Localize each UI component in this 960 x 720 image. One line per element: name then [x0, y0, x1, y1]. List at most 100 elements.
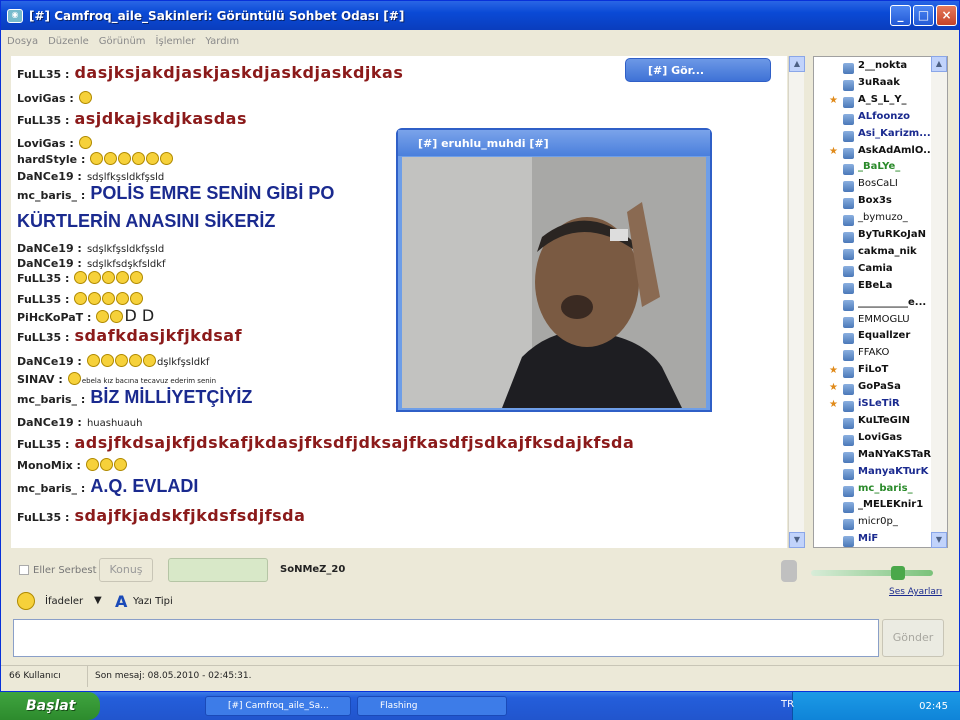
- user-list-item[interactable]: _MELEKnir1: [814, 499, 932, 516]
- smiley-icon[interactable]: [17, 592, 35, 610]
- user-list-item[interactable]: Equallzer: [814, 330, 932, 347]
- user-list-item[interactable]: _bymuzo_: [814, 212, 932, 229]
- smiley-icon: [132, 152, 146, 165]
- user-list-item[interactable]: LoviGas: [814, 432, 932, 449]
- chat-nick[interactable]: mc_baris_ :: [17, 482, 85, 495]
- userlist-scroll-down[interactable]: ▼: [931, 532, 947, 548]
- user-list-item[interactable]: ByTuRKoJaN: [814, 229, 932, 246]
- chat-nick[interactable]: mc_baris_ :: [17, 393, 85, 406]
- user-list-item[interactable]: FFAKO: [814, 347, 932, 364]
- message-input[interactable]: [13, 619, 879, 657]
- taskbar-item-camfroq[interactable]: [#] Camfroq_aile_Sa...: [205, 696, 351, 716]
- chat-message: FuLL35 : sdafkdasjkfjkdsaf: [17, 326, 242, 345]
- scroll-down-button[interactable]: ▼: [789, 532, 805, 548]
- chevron-down-icon[interactable]: ▼: [94, 595, 102, 606]
- send-button[interactable]: Gönder: [882, 619, 944, 657]
- user-name: 2__nokta: [858, 60, 908, 71]
- smiley-icon: [86, 458, 100, 471]
- user-list-item[interactable]: Asi_Karizm...: [814, 128, 932, 145]
- chat-nick[interactable]: DaNCe19 :: [17, 416, 82, 429]
- speaker-icon[interactable]: [781, 560, 797, 582]
- user-name: LoviGas: [858, 431, 903, 443]
- smiley-icon: [74, 292, 88, 305]
- user-list-item[interactable]: ManyaKTurK: [814, 466, 932, 483]
- chat-scrollbar[interactable]: ▲ ▼: [788, 56, 805, 548]
- close-button[interactable]: ×: [936, 5, 957, 26]
- smiley-icon: [114, 458, 128, 471]
- user-list-item[interactable]: MiF: [814, 533, 932, 550]
- scroll-up-button[interactable]: ▲: [789, 56, 805, 72]
- video-window[interactable]: [#] eruhlu_muhdi [#]: [396, 128, 712, 412]
- font-button[interactable]: Yazı Tipi: [133, 596, 173, 607]
- chat-nick[interactable]: FuLL35 :: [17, 68, 69, 81]
- user-name: Asi_Karizm...: [858, 127, 931, 139]
- mini-video-window[interactable]: [#] Gör...: [625, 58, 771, 82]
- font-icon[interactable]: A: [115, 592, 127, 611]
- menu-islemler[interactable]: İşlemler: [156, 36, 196, 47]
- chat-text: adsjfkdsajkfjdskafjkdasjfksdfjdksajfkasd…: [74, 433, 635, 452]
- menu-yardim[interactable]: Yardım: [205, 36, 239, 47]
- user-list-item[interactable]: KuLTeGIN: [814, 415, 932, 432]
- minimize-button[interactable]: _: [890, 5, 911, 26]
- user-list-item[interactable]: ★ A_S_L_Y_: [814, 94, 932, 111]
- start-button[interactable]: Başlat: [0, 692, 100, 720]
- user-list-item[interactable]: micr0p_: [814, 516, 932, 533]
- chat-nick[interactable]: LoviGas :: [17, 92, 74, 105]
- chat-nick[interactable]: FuLL35 :: [17, 511, 69, 524]
- volume-slider-thumb[interactable]: [891, 566, 905, 580]
- user-list-item[interactable]: ALfoonzo: [814, 111, 932, 128]
- user-icon: [843, 519, 854, 531]
- user-list[interactable]: 2__nokta 3uRaak ★ A_S_L_Y_ ALfoonzo Asi_Kariz…: [813, 56, 948, 548]
- chat-nick[interactable]: FuLL35 :: [17, 331, 69, 344]
- chat-message: FuLL35 : dasjksjakdjaskjaskdjaskdjaskdjk…: [17, 63, 403, 82]
- user-list-item[interactable]: __________e...: [814, 297, 932, 314]
- chat-nick[interactable]: FuLL35 :: [17, 272, 69, 285]
- emoticons-button[interactable]: İfadeler: [45, 596, 83, 607]
- volume-slider[interactable]: [811, 570, 933, 576]
- user-list-item[interactable]: Box3s: [814, 195, 932, 212]
- user-name: _bymuzo_: [858, 212, 908, 224]
- user-list-item[interactable]: BosCaLI: [814, 178, 932, 195]
- user-list-item[interactable]: EBeLa: [814, 280, 932, 297]
- user-list-item[interactable]: Camia: [814, 263, 932, 280]
- user-list-item[interactable]: ★ FiLoT: [814, 364, 932, 381]
- user-list-item[interactable]: 2__nokta: [814, 60, 932, 77]
- taskbar-item-flashing[interactable]: Flashing: [357, 696, 507, 716]
- chat-nick[interactable]: FuLL35 :: [17, 438, 69, 451]
- userlist-scroll-up[interactable]: ▲: [931, 56, 947, 72]
- user-list-item[interactable]: cakma_nik: [814, 246, 932, 263]
- user-list-item[interactable]: mc_baris_: [814, 483, 932, 500]
- user-list-item[interactable]: MaNYaKSTaR: [814, 449, 932, 466]
- title-bar[interactable]: ◉ [#] Camfroq_aile_Sakinleri: Görüntülü …: [1, 1, 959, 30]
- user-list-item[interactable]: ★ GoPaSa: [814, 381, 932, 398]
- chat-message: mc_baris_ : POLİS EMRE SENİN GİBİ PO: [17, 183, 334, 204]
- chat-nick[interactable]: mc_baris_ :: [17, 189, 85, 202]
- chat-nick[interactable]: SINAV :: [17, 373, 63, 386]
- hands-free-checkbox[interactable]: [19, 565, 29, 575]
- chat-nick[interactable]: PiHcKoPaT :: [17, 311, 91, 324]
- smiley-icon: [67, 372, 81, 385]
- chat-nick[interactable]: FuLL35 :: [17, 114, 69, 127]
- chat-text: sdajfkjadskfjkdsfsdjfsda: [74, 506, 306, 525]
- user-list-item[interactable]: ★ iSLeTiR: [814, 398, 932, 415]
- smiley-icon: [130, 292, 144, 305]
- user-list-item[interactable]: EMMOGLU: [814, 314, 932, 331]
- menu-gorunum[interactable]: Görünüm: [99, 36, 146, 47]
- user-name: iSLeTiR: [858, 398, 900, 409]
- user-name: MaNYaKSTaR: [858, 448, 932, 460]
- chat-nick[interactable]: FuLL35 :: [17, 293, 69, 306]
- maximize-button[interactable]: □: [913, 5, 934, 26]
- user-list-item[interactable]: ★ AskAdAmlO...: [814, 145, 932, 162]
- userlist-scrollbar[interactable]: ▲ ▼: [931, 56, 947, 548]
- video-titlebar[interactable]: [#] eruhlu_muhdi [#]: [398, 130, 710, 156]
- chat-nick[interactable]: DaNCe19 :: [17, 355, 82, 368]
- user-list-item[interactable]: _BaLYe_: [814, 161, 932, 178]
- user-name: ManyaKTurK: [858, 465, 929, 477]
- chat-nick[interactable]: DaNCe19 :: [17, 170, 82, 183]
- menu-dosya[interactable]: Dosya: [7, 36, 38, 47]
- user-list-item[interactable]: 3uRaak: [814, 77, 932, 94]
- chat-nick[interactable]: MonoMix :: [17, 459, 81, 472]
- language-indicator[interactable]: TR: [781, 699, 794, 710]
- menu-duzenle[interactable]: Düzenle: [48, 36, 89, 47]
- talk-button[interactable]: Konuş: [99, 558, 153, 582]
